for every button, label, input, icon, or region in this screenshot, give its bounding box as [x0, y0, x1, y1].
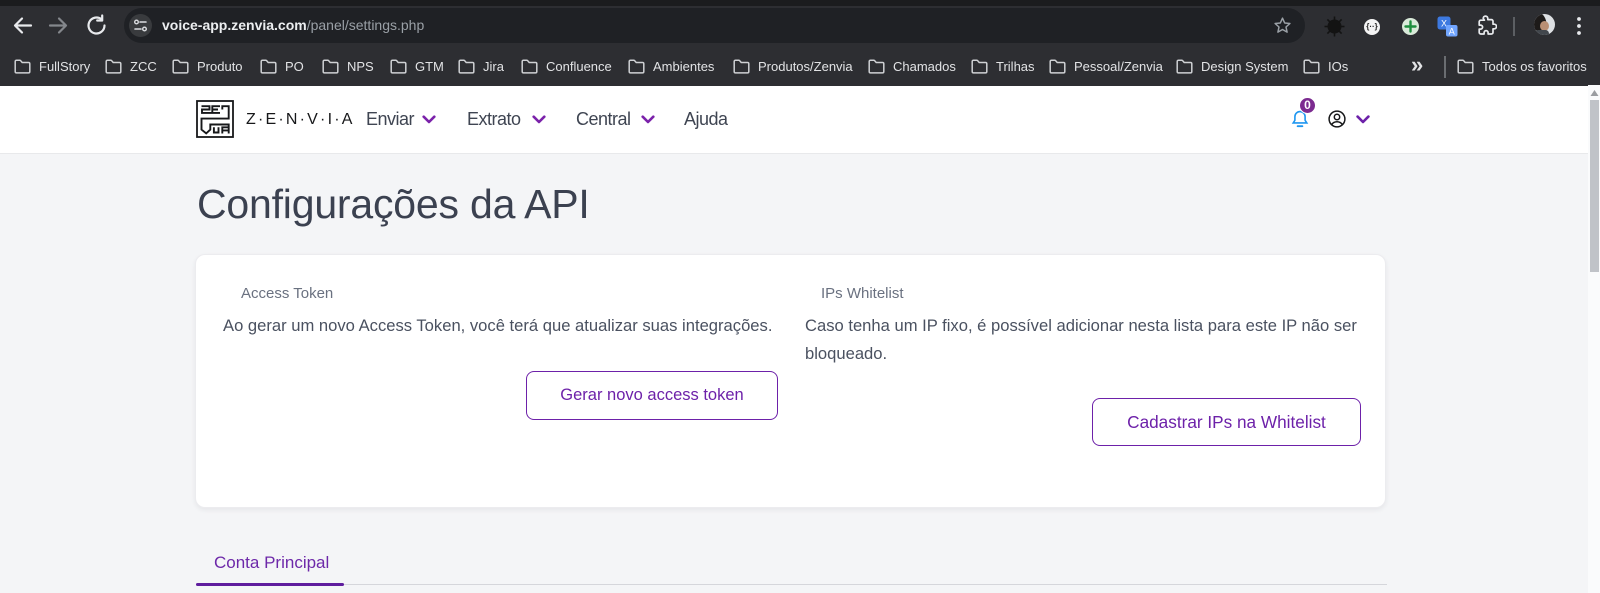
- svg-text:A: A: [1449, 26, 1455, 36]
